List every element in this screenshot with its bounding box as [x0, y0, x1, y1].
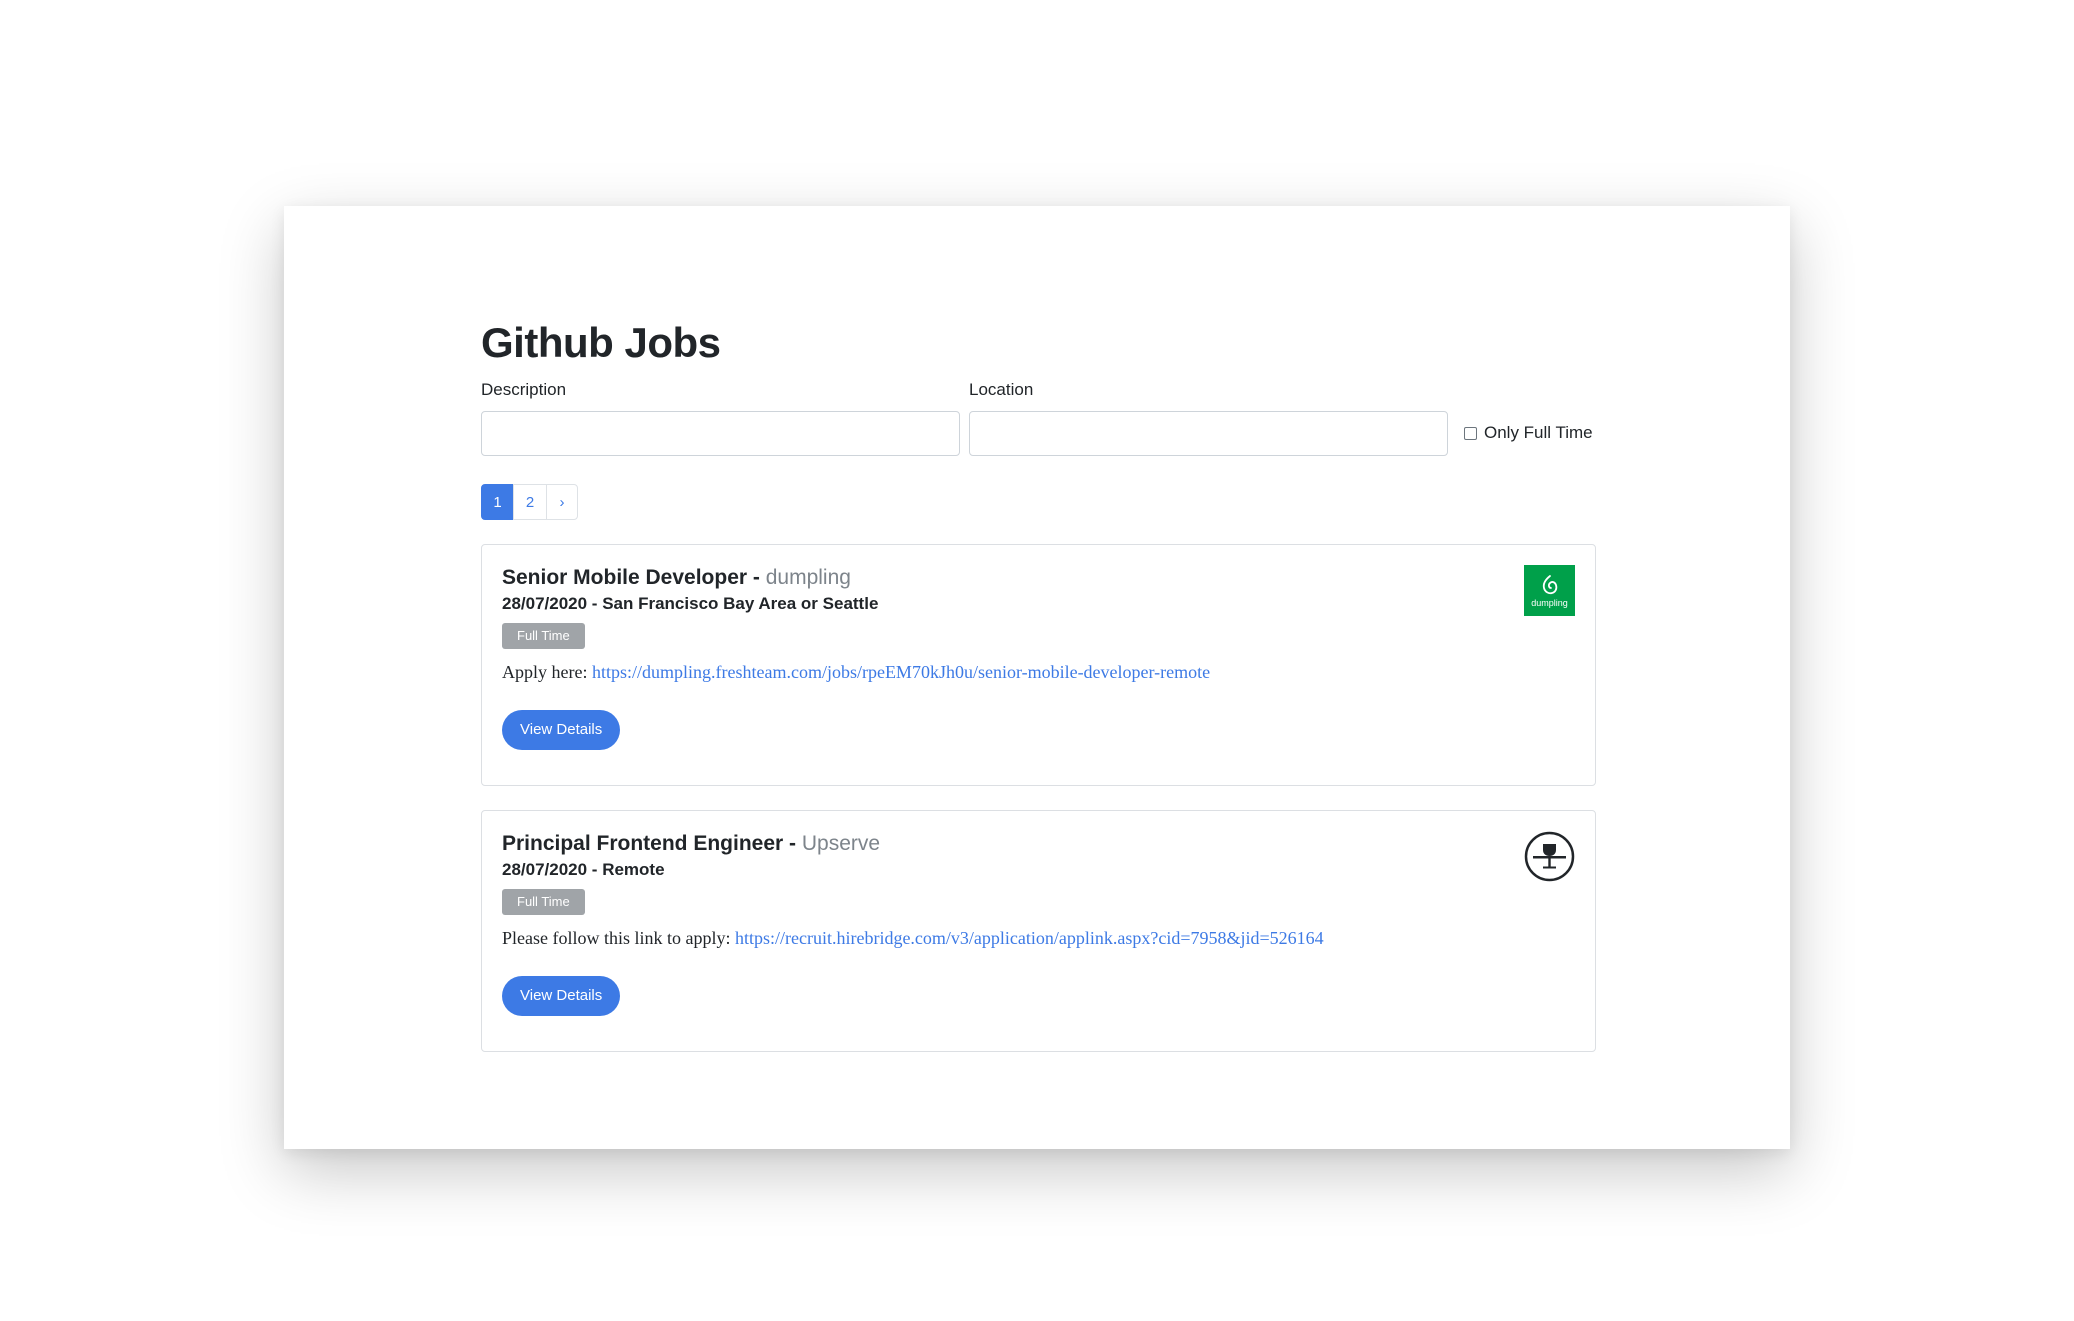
- job-card-body: Senior Mobile Developer - dumpling 28/07…: [502, 565, 1210, 750]
- job-apply-text: Apply here: https://dumpling.freshteam.c…: [502, 660, 1210, 684]
- location-group: Location: [969, 380, 1448, 456]
- job-card: Senior Mobile Developer - dumpling 28/07…: [481, 544, 1596, 786]
- page-title: Github Jobs: [481, 319, 721, 366]
- job-apply-text: Please follow this link to apply: https:…: [502, 926, 1324, 950]
- page-1-button[interactable]: 1: [481, 484, 514, 520]
- pagination: 1 2 ›: [481, 484, 1596, 520]
- view-details-button[interactable]: View Details: [502, 710, 621, 750]
- dumpling-mark-icon: [1542, 574, 1557, 594]
- job-company: dumpling: [765, 566, 851, 589]
- full-time-toggle[interactable]: Only Full Time: [1464, 423, 1593, 443]
- job-title-line: Senior Mobile Developer - dumpling: [502, 565, 1210, 591]
- apply-link[interactable]: https://dumpling.freshteam.com/jobs/rpeE…: [592, 662, 1210, 682]
- browser-window: Github Jobs Description Location Only Fu…: [284, 206, 1790, 1149]
- page-2-button[interactable]: 2: [513, 484, 547, 520]
- screen-background: Github Jobs Description Location Only Fu…: [0, 0, 2074, 1321]
- job-title: Senior Mobile Developer -: [502, 566, 766, 589]
- location-input[interactable]: [969, 411, 1448, 456]
- description-input[interactable]: [481, 411, 960, 456]
- upserve-logo-icon: [1524, 831, 1575, 882]
- dumpling-logo-icon: dumpling: [1524, 565, 1575, 616]
- job-card-body: Principal Frontend Engineer - Upserve 28…: [502, 831, 1324, 1016]
- description-group: Description: [481, 380, 960, 456]
- location-label: Location: [969, 380, 1034, 399]
- full-time-checkbox[interactable]: [1464, 426, 1477, 440]
- apply-link[interactable]: https://recruit.hirebridge.com/v3/applic…: [735, 928, 1324, 948]
- search-form: Description Location Only Full Time: [481, 380, 1596, 462]
- job-title-line: Principal Frontend Engineer - Upserve: [502, 831, 1324, 857]
- job-type-badge: Full Time: [502, 889, 585, 915]
- job-title: Principal Frontend Engineer -: [502, 832, 802, 855]
- job-company: Upserve: [801, 832, 881, 855]
- main-container: Github Jobs Description Location Only Fu…: [481, 318, 1596, 1052]
- next-page-button[interactable]: ›: [546, 484, 578, 520]
- job-date-location: 28/07/2020 - Remote: [502, 860, 665, 879]
- description-label: Description: [481, 380, 567, 399]
- upserve-mark-icon: [1524, 831, 1575, 882]
- apply-prefix: Please follow this link to apply:: [502, 928, 735, 948]
- dumpling-logo-text: dumpling: [1531, 597, 1568, 608]
- job-date-location: 28/07/2020 - San Francisco Bay Area or S…: [502, 594, 879, 613]
- full-time-label[interactable]: Only Full Time: [1484, 423, 1593, 443]
- job-card: Principal Frontend Engineer - Upserve 28…: [481, 810, 1596, 1052]
- view-details-button[interactable]: View Details: [502, 976, 621, 1016]
- apply-prefix: Apply here:: [502, 662, 592, 682]
- job-type-badge: Full Time: [502, 623, 585, 649]
